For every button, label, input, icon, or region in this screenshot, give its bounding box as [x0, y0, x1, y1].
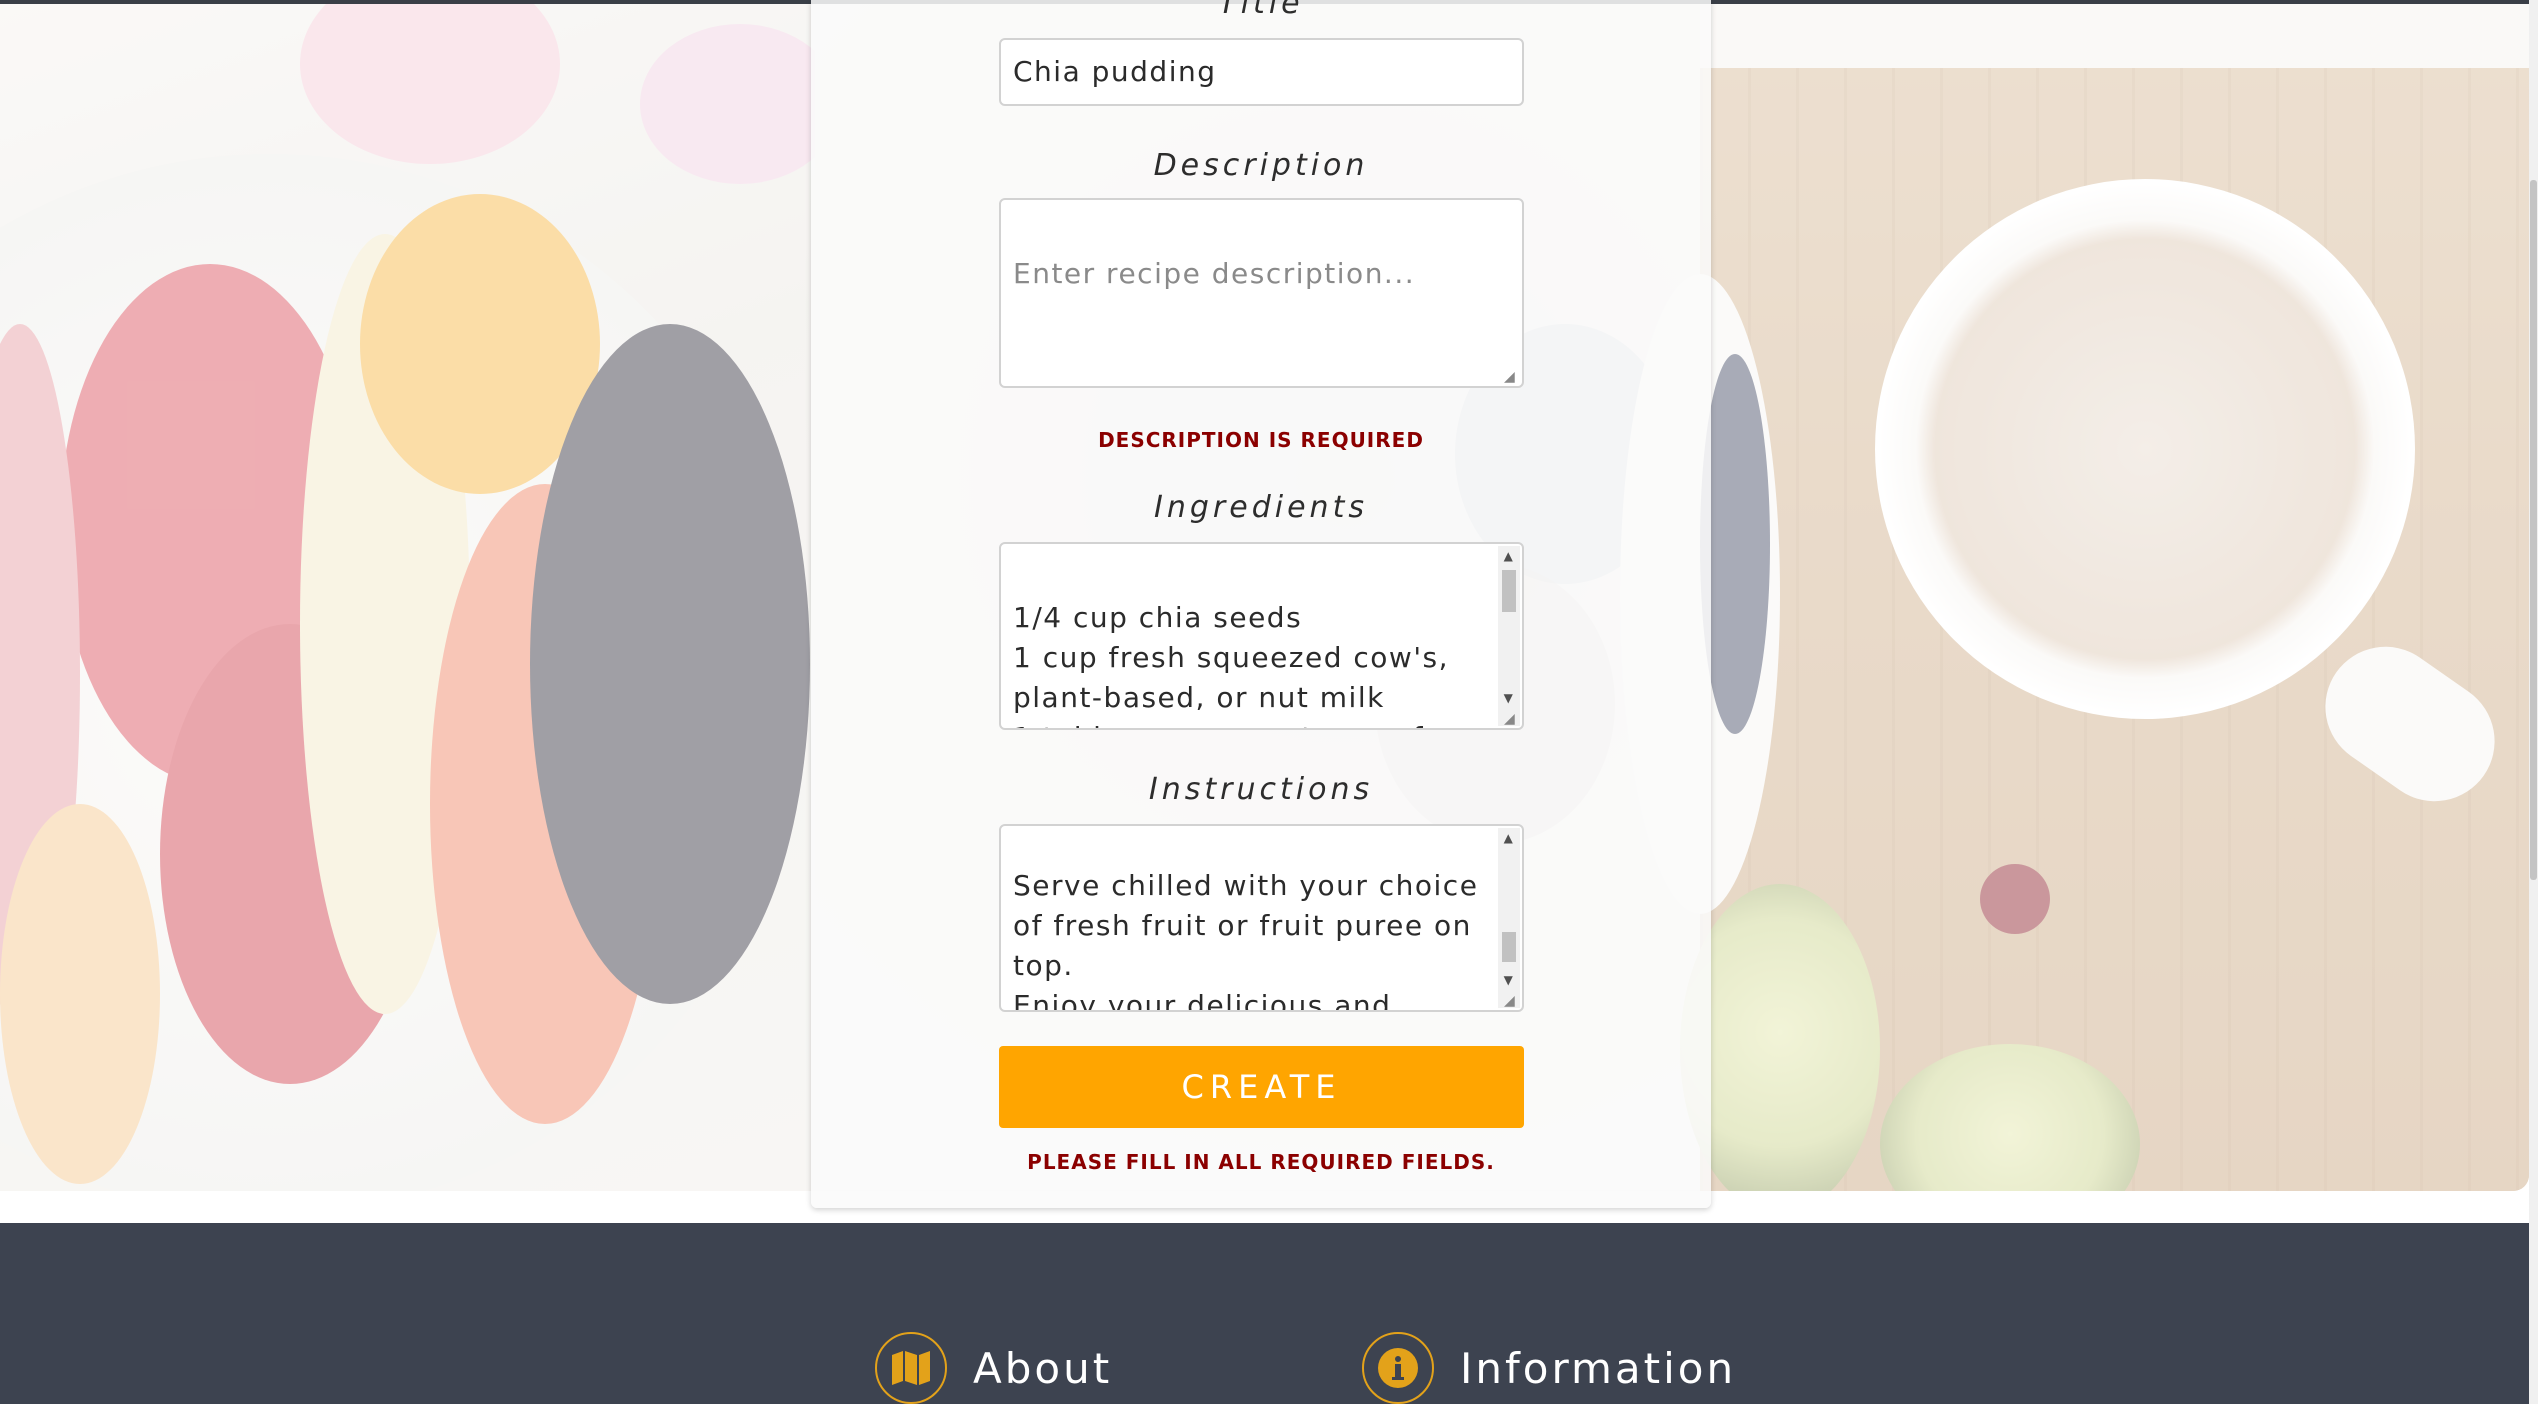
resize-grip-icon[interactable]: ◢ [1504, 994, 1518, 1008]
scroll-thumb[interactable] [1502, 932, 1516, 962]
description-error: Description is required [1098, 428, 1424, 452]
footer: About Information [0, 1223, 2529, 1404]
title-label: Title [1218, 0, 1304, 21]
resize-grip-icon[interactable]: ◢ [1504, 370, 1518, 384]
form-error: Please fill in all required fields. [1027, 1150, 1495, 1174]
page-scroll-thumb[interactable] [2530, 180, 2537, 880]
information-link[interactable]: Information [1460, 1344, 1736, 1393]
footer-information[interactable]: Information [1362, 1332, 1736, 1404]
scroll-up-icon[interactable]: ▲ [1498, 828, 1520, 848]
title-input[interactable]: Chia pudding [999, 38, 1524, 106]
description-textarea[interactable]: Enter recipe description... ◢ [999, 198, 1524, 388]
map-icon [875, 1332, 947, 1404]
instructions-textarea[interactable]: Serve chilled with your choice of fresh … [999, 824, 1524, 1012]
description-label: Description [1153, 148, 1369, 183]
info-icon [1362, 1332, 1434, 1404]
instructions-label: Instructions [1148, 772, 1374, 807]
scroll-down-icon[interactable]: ▼ [1498, 970, 1520, 990]
scroll-down-icon[interactable]: ▼ [1498, 688, 1520, 708]
about-link[interactable]: About [973, 1344, 1112, 1393]
instructions-text: Serve chilled with your choice of fresh … [1013, 869, 1479, 1012]
resize-grip-icon[interactable]: ◢ [1504, 712, 1518, 726]
create-recipe-form: Title Chia pudding Description Enter rec… [811, 0, 1711, 1208]
ingredients-text: 1/4 cup chia seeds 1 cup fresh squeezed … [1013, 601, 1450, 728]
scroll-up-icon[interactable]: ▲ [1498, 546, 1520, 566]
instructions-scrollbar[interactable]: ▲ ▼ [1498, 828, 1520, 1008]
ingredients-scrollbar[interactable]: ▲ ▼ [1498, 546, 1520, 726]
description-placeholder: Enter recipe description... [1013, 257, 1416, 290]
scroll-thumb[interactable] [1502, 570, 1516, 612]
ingredients-label: Ingredients [1154, 490, 1368, 525]
ingredients-textarea[interactable]: 1/4 cup chia seeds 1 cup fresh squeezed … [999, 542, 1524, 730]
create-button[interactable]: CREATE [999, 1046, 1524, 1128]
footer-about[interactable]: About [875, 1332, 1112, 1404]
page-scrollbar[interactable] [2529, 0, 2538, 1404]
